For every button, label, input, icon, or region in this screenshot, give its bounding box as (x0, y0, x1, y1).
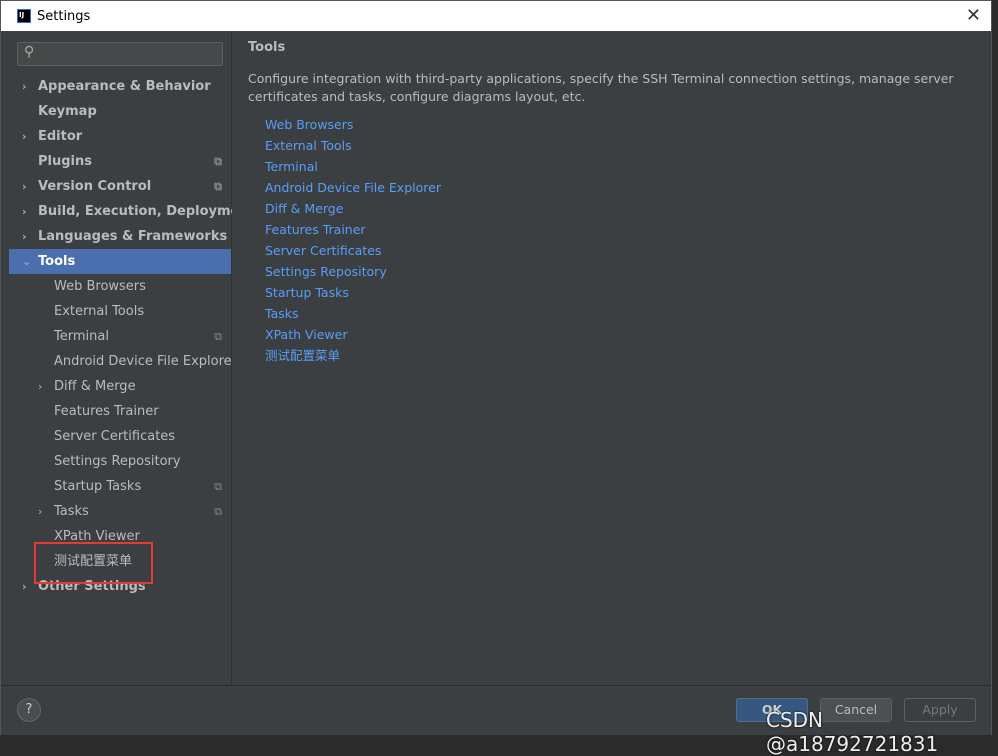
settings-link[interactable]: Settings Repository (265, 261, 441, 282)
chevron-right-icon[interactable]: › (22, 74, 27, 99)
project-level-icon: ⧉ (214, 330, 222, 343)
sidebar-item-label: Server Certificates (54, 429, 176, 444)
chevron-down-icon[interactable]: ⌄ (22, 249, 31, 274)
sidebar-item[interactable]: External Tools (9, 299, 231, 324)
sidebar-item-label: Settings Repository (54, 454, 181, 469)
sidebar-item[interactable]: › Version Control ⧉ (9, 174, 231, 199)
sidebar-item-label: Tasks (54, 504, 89, 519)
highlight-box (34, 542, 153, 584)
settings-link[interactable]: Features Trainer (265, 219, 441, 240)
sidebar-item-label: Tools (38, 254, 76, 269)
sidebar-item[interactable]: Settings Repository (9, 449, 231, 474)
title-bar: IJ Settings ✕ (1, 1, 991, 31)
settings-link[interactable]: Diff & Merge (265, 198, 441, 219)
sidebar-item-label: Startup Tasks (54, 479, 142, 494)
chevron-right-icon[interactable]: › (22, 224, 27, 249)
window-title: Settings (37, 8, 91, 24)
project-level-icon: ⧉ (214, 480, 222, 493)
sidebar-item[interactable]: Web Browsers (9, 274, 231, 299)
sidebar-item[interactable]: › Languages & Frameworks (9, 224, 231, 249)
search-icon: ⚲ (24, 44, 35, 60)
settings-link[interactable]: Tasks (265, 303, 441, 324)
settings-link[interactable]: Startup Tasks (265, 282, 441, 303)
sidebar-item[interactable]: Terminal ⧉ (9, 324, 231, 349)
sidebar-item-label: Terminal (54, 329, 109, 344)
sidebar-item-label: Plugins (38, 154, 92, 169)
sidebar-item[interactable]: › Tasks ⧉ (9, 499, 231, 524)
intellij-logo-icon: IJ (17, 9, 31, 23)
settings-tree: › Appearance & Behavior Keymap › Editor Plugi… (9, 74, 255, 599)
settings-link[interactable]: Web Browsers (265, 114, 441, 135)
settings-link[interactable]: External Tools (265, 135, 441, 156)
sidebar-item[interactable]: Startup Tasks ⧉ (9, 474, 231, 499)
sidebar-item-label: Keymap (38, 104, 97, 119)
settings-link[interactable]: Android Device File Explorer (265, 177, 441, 198)
sidebar-item-label: External Tools (54, 304, 145, 319)
sidebar-item-label: Diff & Merge (54, 379, 136, 394)
search-input[interactable]: ⚲ (17, 42, 223, 66)
close-icon[interactable]: ✕ (966, 5, 981, 26)
chevron-right-icon[interactable]: › (22, 574, 27, 599)
link-list: Web Browsers External Tools Terminal Androi… (265, 114, 441, 366)
settings-link[interactable]: Server Certificates (265, 240, 441, 261)
page-title: Tools (248, 40, 286, 55)
sidebar-item[interactable]: Plugins ⧉ (9, 149, 231, 174)
chevron-right-icon[interactable]: › (38, 499, 42, 524)
project-level-icon: ⧉ (214, 155, 222, 168)
sidebar-item[interactable]: Keymap (9, 99, 231, 124)
settings-dialog: IJ Settings ✕ ⚲ › Appearance & Behavior Ke… (0, 0, 992, 735)
sidebar-item-label: Languages & Frameworks (38, 229, 228, 244)
chevron-right-icon[interactable]: › (22, 199, 27, 224)
main-panel: Tools Configure integration with third-p… (232, 32, 991, 685)
sidebar-item-label: Features Trainer (54, 404, 159, 419)
sidebar-item[interactable]: › Editor (9, 124, 231, 149)
project-level-icon: ⧉ (214, 505, 222, 518)
project-level-icon: ⧉ (214, 180, 222, 193)
chevron-right-icon[interactable]: › (22, 174, 27, 199)
sidebar-item[interactable]: › Build, Execution, Deployment (9, 199, 255, 224)
sidebar-item[interactable]: Features Trainer (9, 399, 231, 424)
sidebar-item[interactable]: Server Certificates (9, 424, 231, 449)
sidebar-item-label: Appearance & Behavior (38, 79, 211, 94)
sidebar-item-label: Android Device File Explorer (54, 354, 237, 369)
sidebar-item-label: Build, Execution, Deployment (38, 204, 255, 219)
sidebar-item-label: Editor (38, 129, 83, 144)
chevron-right-icon[interactable]: › (22, 124, 27, 149)
sidebar-item[interactable]: Android Device File Explorer (9, 349, 237, 374)
sidebar-item-label: Web Browsers (54, 279, 146, 294)
watermark: CSDN @a18792721831 (766, 708, 939, 756)
settings-link[interactable]: XPath Viewer (265, 324, 441, 345)
sidebar-item[interactable]: ⌄ Tools (9, 249, 231, 274)
sidebar-item-label: Version Control (38, 179, 152, 194)
settings-link[interactable]: Terminal (265, 156, 441, 177)
settings-link[interactable]: 测试配置菜单 (265, 345, 441, 366)
page-description: Configure integration with third-party a… (248, 71, 954, 104)
chevron-right-icon[interactable]: › (38, 374, 42, 399)
sidebar-item[interactable]: › Diff & Merge (9, 374, 231, 399)
sidebar: ⚲ › Appearance & Behavior Keymap › Editor Plu… (9, 32, 255, 685)
help-button[interactable]: ? (17, 698, 41, 722)
sidebar-item[interactable]: › Appearance & Behavior (9, 74, 231, 99)
